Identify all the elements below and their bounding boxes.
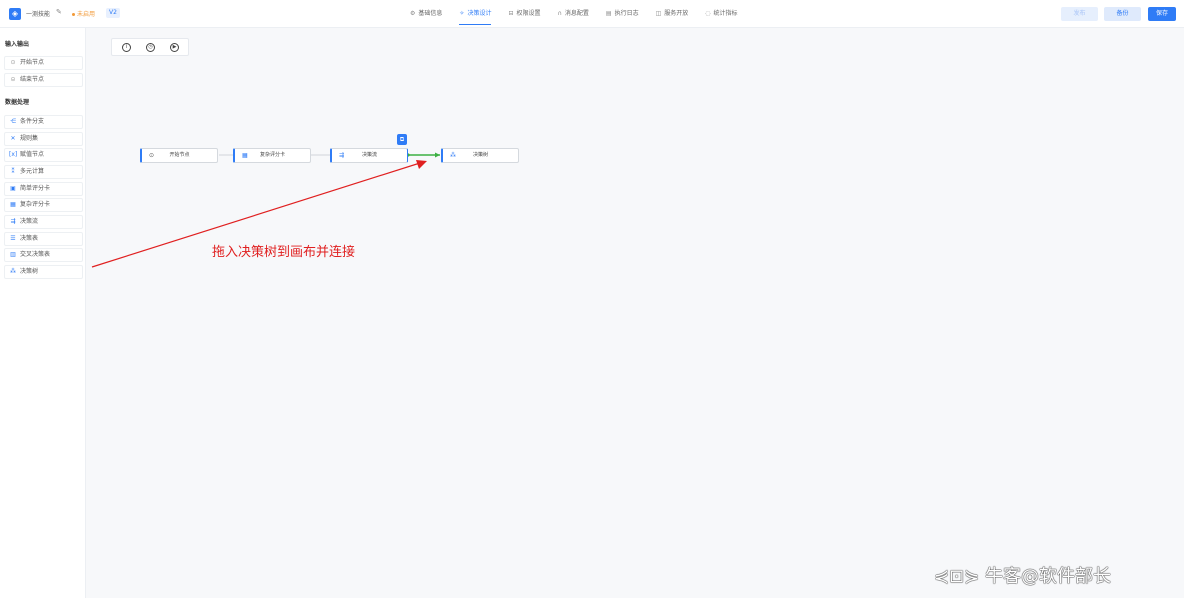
tab-permissions[interactable]: ⊟ 权限设置: [508, 0, 540, 28]
backup-button[interactable]: 备份: [1104, 7, 1141, 21]
tab-label: 决策设计: [467, 10, 492, 17]
tab-service-open[interactable]: ◫ 服务开放: [656, 0, 689, 28]
watermark-text: 牛客@软件部长: [984, 566, 1111, 587]
sidebar-item-label: 开始节点: [20, 59, 45, 66]
compute-icon: ⁑: [11, 168, 15, 175]
sidebar-item-rule-set[interactable]: ✕ 规则集: [4, 132, 83, 146]
design-icon: ✧: [459, 10, 465, 17]
sidebar-item-condition-branch[interactable]: ⋲ 条件分支: [4, 115, 83, 129]
section-title-io: 输入输出: [5, 41, 30, 48]
gear-icon: ⚙: [410, 10, 416, 17]
save-button[interactable]: 保存: [1148, 7, 1176, 21]
sidebar-item-decision-table[interactable]: ☰ 决策表: [4, 232, 83, 246]
complex-scorecard-icon: ▦: [10, 201, 16, 208]
canvas-toolbar: i ◷ ▶: [111, 38, 189, 56]
simple-scorecard-icon: ▣: [10, 185, 16, 192]
flow-canvas[interactable]: [86, 28, 1184, 598]
sidebar-item-simple-scorecard[interactable]: ▣ 简单评分卡: [4, 182, 83, 196]
sidebar-item-label: 交叉决策表: [20, 251, 51, 258]
status-badge: 未启用: [72, 9, 95, 18]
branch-icon: ⋲: [10, 118, 16, 125]
sidebar-item-label: 规则集: [20, 135, 39, 142]
sidebar-item-label: 简单评分卡: [20, 185, 51, 192]
sidebar-item-start-node[interactable]: ⊙ 开始节点: [4, 56, 83, 70]
canvas-node-decision-tree[interactable]: ⁂ 决策树: [441, 148, 519, 163]
sidebar-item-label: 赋值节点: [20, 151, 45, 158]
start-icon: ⊙: [10, 59, 16, 66]
sidebar-item-decision-flow[interactable]: ⇶ 决策流: [4, 215, 83, 229]
sidebar-item-complex-scorecard[interactable]: ▦ 复杂评分卡: [4, 198, 83, 212]
sidebar-item-label: 决策表: [20, 235, 39, 242]
publish-button[interactable]: 发布: [1061, 7, 1098, 21]
shield-icon: ◌: [705, 10, 711, 17]
node-copy-icon[interactable]: ⧉: [397, 134, 407, 145]
sidebar-item-label: 多元计算: [20, 168, 45, 175]
sidebar-item-label: 条件分支: [20, 118, 45, 125]
status-dot-icon: [72, 13, 75, 16]
annotation-text: 拖入决策树到画布并连接: [212, 245, 356, 260]
decision-tree-icon: ⁂: [10, 268, 16, 275]
cross-table-icon: ▥: [10, 251, 16, 258]
tab-statistics[interactable]: ◌ 统计指标: [705, 0, 737, 28]
node-label: 开始节点: [169, 152, 190, 158]
sidebar-item-assign-node[interactable]: [x] 赋值节点: [4, 148, 83, 162]
sidebar-item-end-node[interactable]: ⊝ 结束节点: [4, 73, 83, 87]
canvas-node-decision-flow[interactable]: ⇶ 决策流: [330, 148, 408, 163]
tab-label: 消息配置: [564, 10, 589, 17]
section-title-data: 数据处理: [5, 99, 30, 106]
canvas-node-complex-scorecard[interactable]: ▦ 复杂评分卡: [233, 148, 311, 163]
edit-icon[interactable]: ✎: [56, 8, 62, 16]
version-badge: V2: [106, 8, 120, 18]
headset-icon: ∩: [557, 10, 562, 17]
sidebar-item-label: 结束节点: [20, 76, 45, 83]
watermark-logo-icon: ⋞⊡⋟: [934, 566, 985, 587]
tab-execution-log[interactable]: ▤ 执行日志: [606, 0, 639, 28]
watermark: ⋞⊡⋟ 牛客@软件部长: [934, 562, 1111, 588]
tab-label: 服务开放: [664, 10, 689, 17]
service-icon: ◫: [655, 10, 662, 17]
node-label: 决策流: [361, 152, 377, 158]
tab-basic-info[interactable]: ⚙ 基础信息: [410, 0, 442, 28]
end-icon: ⊝: [10, 76, 16, 83]
sidebar-item-label: 复杂评分卡: [20, 201, 51, 208]
rule-set-icon: ✕: [10, 135, 16, 142]
sidebar-item-multi-compute[interactable]: ⁑ 多元计算: [4, 165, 83, 179]
play-icon[interactable]: ▶: [170, 43, 179, 52]
tab-label: 统计指标: [713, 10, 738, 17]
sidebar-item-decision-tree[interactable]: ⁂ 决策树: [4, 265, 83, 279]
canvas-node-start[interactable]: ⊙ 开始节点: [140, 148, 218, 163]
decision-table-icon: ☰: [10, 235, 16, 242]
top-bar: ◈ 一测技能 ✎ 未启用 V2 ⚙ 基础信息 ✧ 决策设计 ⊟ 权限设置 ∩ 消息配置 …: [0, 0, 1184, 28]
clock-icon[interactable]: ◷: [146, 43, 155, 52]
sidebar-item-cross-decision-table[interactable]: ▥ 交叉决策表: [4, 248, 83, 262]
sidebar-item-label: 决策树: [20, 268, 39, 275]
assign-icon: [x]: [9, 151, 18, 158]
tab-decision-design[interactable]: ✧ 决策设计: [459, 0, 492, 28]
decision-flow-icon: ⇶: [10, 218, 16, 225]
node-label: 决策树: [472, 152, 488, 158]
tab-messages[interactable]: ∩ 消息配置: [558, 0, 589, 28]
app-name: 一测技能: [26, 11, 51, 18]
status-label: 未启用: [77, 11, 96, 18]
node-label: 复杂评分卡: [259, 152, 285, 158]
node-palette-sidebar: 输入输出 ⊙ 开始节点 ⊝ 结束节点 数据处理 ⋲ 条件分支 ✕ 规则集 [x] 赋值节点…: [0, 28, 86, 598]
tab-label: 权限设置: [516, 10, 541, 17]
log-icon: ▤: [605, 10, 612, 17]
lock-icon: ⊟: [508, 10, 514, 17]
info-icon[interactable]: i: [122, 43, 131, 52]
sidebar-item-label: 决策流: [20, 218, 39, 225]
main-tabs: ⚙ 基础信息 ✧ 决策设计 ⊟ 权限设置 ∩ 消息配置 ▤ 执行日志 ◫ 服务开放 ◌ 统计指…: [410, 0, 755, 28]
tab-label: 执行日志: [614, 10, 639, 17]
tab-label: 基础信息: [418, 10, 443, 17]
app-logo-icon: ◈: [9, 8, 21, 20]
